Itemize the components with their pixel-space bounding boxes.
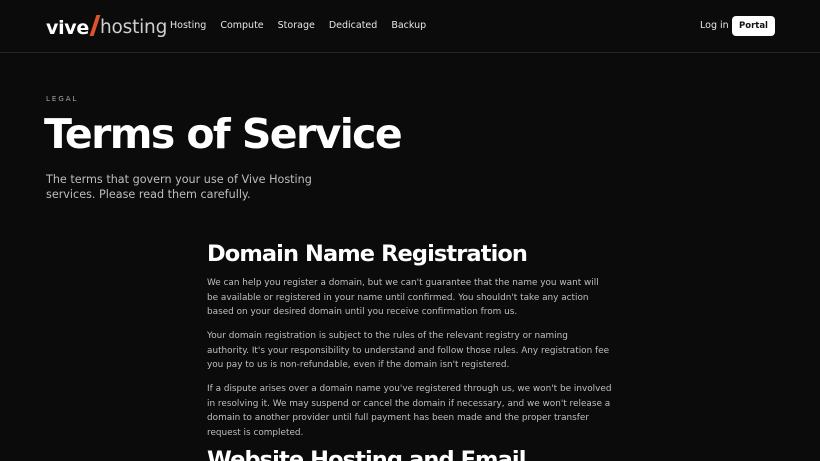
logo-text-vive: vive — [46, 17, 89, 39]
logo[interactable]: vive hosting — [46, 14, 167, 38]
nav-item-storage[interactable]: Storage — [278, 19, 315, 33]
nav-item-compute[interactable]: Compute — [220, 19, 263, 33]
section-title-domain-registration: Domain Name Registration — [207, 241, 528, 267]
section-title-website-hosting-email: Website Hosting and Email — [207, 447, 526, 461]
nav-item-backup[interactable]: Backup — [391, 19, 426, 33]
logo-slash-mark — [89, 15, 101, 36]
main-nav: Hosting Compute Storage Dedicated Backup — [170, 19, 440, 33]
section-paragraph: Your domain registration is subject to t… — [207, 331, 610, 371]
section-paragraph: If a dispute arises over a domain name y… — [207, 384, 612, 438]
site-header: vive hosting Hosting Compute Storage Ded… — [0, 0, 820, 53]
logo-text-hosting: hosting — [99, 17, 168, 38]
page-subtitle: The terms that govern your use of Vive H… — [46, 173, 312, 201]
login-link[interactable]: Log in — [700, 19, 729, 33]
nav-item-dedicated[interactable]: Dedicated — [329, 19, 377, 33]
page-title: Terms of Service — [44, 110, 403, 158]
section-paragraph: We can help you register a domain, but w… — [207, 278, 599, 318]
nav-item-hosting[interactable]: Hosting — [170, 19, 206, 33]
portal-button[interactable]: Portal — [732, 16, 775, 36]
eyebrow-label: LEGAL — [46, 95, 79, 103]
